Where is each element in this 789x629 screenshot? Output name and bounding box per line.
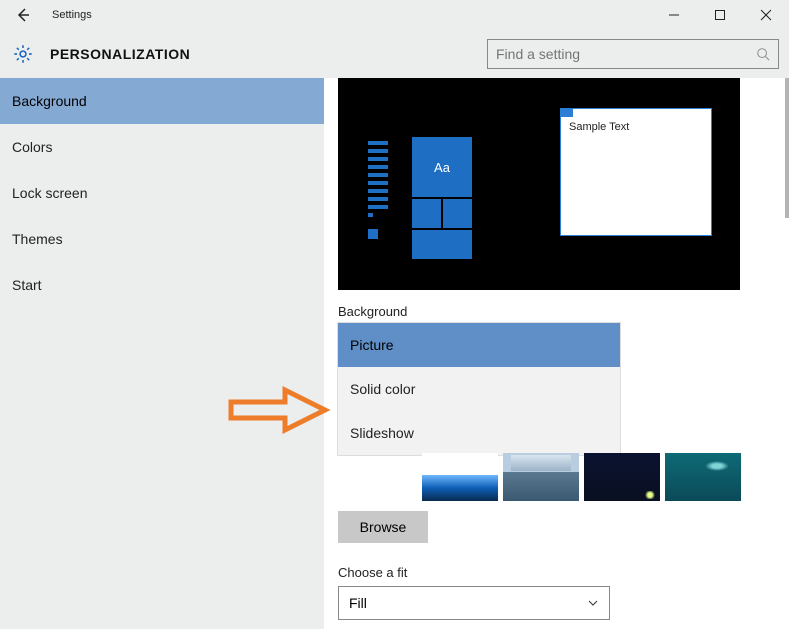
sidebar-item-label: Background	[12, 93, 87, 109]
scrollbar[interactable]	[785, 78, 789, 218]
back-button[interactable]	[10, 2, 36, 28]
preview-sample-text: Sample Text	[561, 117, 711, 137]
sidebar-item-label: Themes	[12, 231, 63, 247]
window-title: Settings	[52, 9, 92, 21]
desktop-preview: Aa Sample Text	[338, 78, 740, 290]
chevron-down-icon	[587, 597, 599, 609]
preview-sample-window: Sample Text	[560, 108, 712, 236]
search-input[interactable]	[496, 46, 756, 62]
sidebar-item-background[interactable]: Background	[0, 78, 324, 124]
sidebar-item-label: Colors	[12, 139, 52, 155]
dropdown-option-picture[interactable]: Picture	[338, 323, 620, 367]
picture-thumbnail[interactable]	[665, 453, 741, 501]
close-button[interactable]	[743, 0, 789, 30]
sidebar-item-themes[interactable]: Themes	[0, 216, 324, 262]
picture-thumbnail[interactable]	[584, 453, 660, 501]
sidebar-item-label: Lock screen	[12, 185, 87, 201]
sidebar-item-colors[interactable]: Colors	[0, 124, 324, 170]
background-type-dropdown[interactable]: Picture Solid color Slideshow	[338, 323, 620, 455]
picture-thumbnail[interactable]	[422, 453, 498, 501]
maximize-button[interactable]	[697, 0, 743, 30]
picture-thumbnail-row	[422, 453, 769, 501]
search-icon	[756, 47, 770, 61]
sidebar-item-start[interactable]: Start	[0, 262, 324, 308]
picture-thumbnail[interactable]	[503, 453, 579, 501]
sidebar-item-lock-screen[interactable]: Lock screen	[0, 170, 324, 216]
search-field[interactable]	[487, 39, 779, 69]
browse-button[interactable]: Browse	[338, 511, 428, 543]
background-section-label: Background	[338, 304, 769, 319]
sidebar: Background Colors Lock screen Themes Sta…	[0, 78, 324, 629]
settings-gear-icon	[12, 43, 34, 65]
fit-value: Fill	[349, 595, 367, 611]
sidebar-item-label: Start	[12, 277, 42, 293]
fit-select[interactable]: Fill	[338, 586, 610, 620]
fit-section-label: Choose a fit	[338, 565, 769, 580]
dropdown-option-slideshow[interactable]: Slideshow	[338, 411, 620, 455]
preview-tile-aa: Aa	[412, 137, 472, 197]
minimize-button[interactable]	[651, 0, 697, 30]
page-title: PERSONALIZATION	[50, 46, 190, 62]
dropdown-option-solid-color[interactable]: Solid color	[338, 367, 620, 411]
